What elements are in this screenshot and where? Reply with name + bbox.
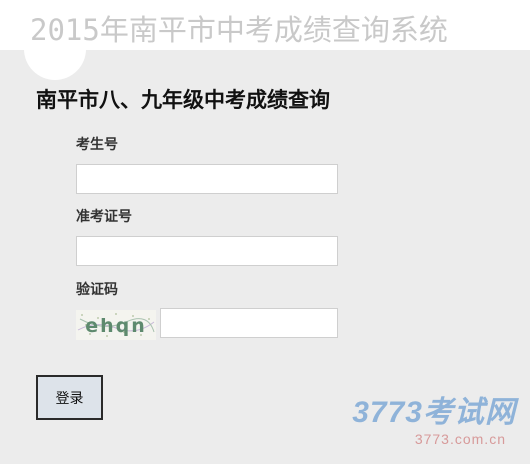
captcha-image[interactable]: ehqn [76,310,156,340]
captcha-label: 验证码 [76,282,118,298]
watermark-logo: 3773考试网 [352,396,516,429]
captcha-text: ehqn [85,315,147,337]
exam-no-label: 考生号 [76,137,118,153]
login-button[interactable]: 登录 [36,375,103,420]
ticket-no-label: 准考证号 [76,209,132,225]
watermark-url: 3773.com.cn [414,431,506,447]
captcha-noise-graphic: ehqn [77,313,155,337]
ticket-no-input[interactable] [76,236,338,266]
banner-title: 2015年南平市中考成绩查询系统 [30,13,448,47]
exam-no-input[interactable] [76,164,338,194]
captcha-input[interactable] [160,308,338,338]
page-title: 南平市八、九年级中考成绩查询 [36,88,330,112]
watermark: 3773考试网 3773.com.cn [346,396,516,452]
